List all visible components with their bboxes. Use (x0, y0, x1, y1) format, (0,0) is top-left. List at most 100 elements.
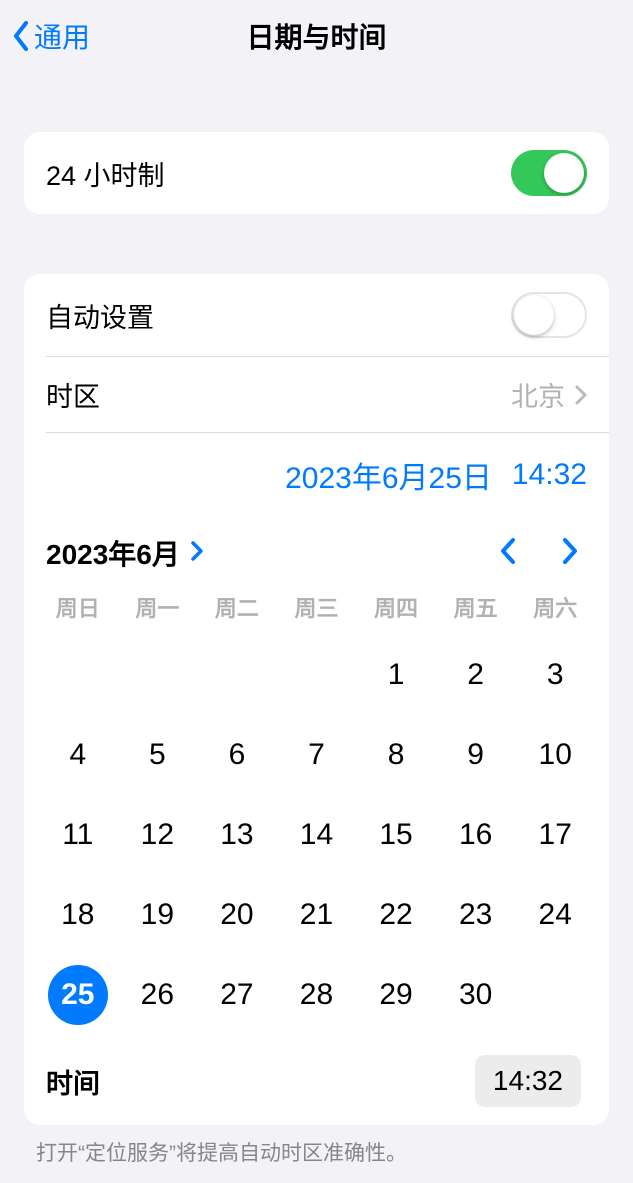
row-time: 时间 14:32 (38, 1041, 595, 1125)
calendar-day[interactable]: 2 (436, 647, 516, 703)
calendar-day-number: 10 (539, 738, 572, 772)
calendar-day-number: 5 (149, 738, 166, 772)
calendar-day-number: 13 (220, 818, 253, 852)
calendar-day[interactable]: 30 (436, 967, 516, 1023)
calendar-day[interactable]: 23 (436, 887, 516, 943)
calendar-day[interactable]: 5 (118, 727, 198, 783)
calendar-day-number: 17 (539, 818, 572, 852)
calendar: 2023年6月 周日周一周二周三周四周五周六 12345678910111213… (24, 513, 609, 1125)
selected-time-display[interactable]: 14:32 (512, 458, 587, 492)
calendar-day[interactable]: 26 (118, 967, 198, 1023)
timezone-label: 时区 (46, 375, 511, 414)
auto-set-label: 自动设置 (46, 296, 511, 335)
calendar-day[interactable]: 15 (356, 807, 436, 863)
calendar-day[interactable]: 20 (197, 887, 277, 943)
calendar-day-number: 15 (379, 818, 412, 852)
hour24-toggle[interactable] (511, 150, 587, 196)
back-label: 通用 (34, 16, 90, 56)
chevron-right-icon (190, 537, 204, 569)
footer-note: 打开“定位服务”将提高自动时区准确性。 (36, 1137, 597, 1167)
calendar-day[interactable]: 4 (38, 727, 118, 783)
calendar-day-number: 16 (459, 818, 492, 852)
chevron-right-icon (561, 537, 579, 565)
selected-date-display[interactable]: 2023年6月25日 (285, 453, 492, 497)
group-datetime: 自动设置 时区 北京 2023年6月25日 14:32 2023年6月 (24, 274, 609, 1125)
chevron-left-icon (499, 537, 517, 565)
calendar-weekday-header: 周日周一周二周三周四周五周六 (38, 587, 595, 629)
calendar-day[interactable]: 29 (356, 967, 436, 1023)
row-timezone[interactable]: 时区 北京 (24, 357, 609, 432)
calendar-day-number: 29 (379, 978, 412, 1012)
calendar-day[interactable]: 24 (515, 887, 595, 943)
row-date-time-picker: 2023年6月25日 14:32 (24, 433, 609, 513)
calendar-day-number: 24 (539, 898, 572, 932)
calendar-day[interactable]: 1 (356, 647, 436, 703)
calendar-day-number: 27 (220, 978, 253, 1012)
calendar-day[interactable]: 19 (118, 887, 198, 943)
calendar-day-number: 28 (300, 978, 333, 1012)
calendar-day[interactable]: 17 (515, 807, 595, 863)
calendar-day-number: 7 (308, 738, 325, 772)
calendar-day[interactable]: 11 (38, 807, 118, 863)
calendar-month-button[interactable]: 2023年6月 (46, 533, 204, 573)
row-24-hour: 24 小时制 (24, 132, 609, 214)
calendar-day-number: 25 (48, 965, 108, 1025)
calendar-day-number: 3 (547, 658, 564, 692)
calendar-day-number: 6 (229, 738, 246, 772)
calendar-day[interactable]: 22 (356, 887, 436, 943)
calendar-day-number: 9 (467, 738, 484, 772)
chevron-right-icon (575, 385, 587, 405)
calendar-day[interactable]: 27 (197, 967, 277, 1023)
calendar-day-number: 12 (141, 818, 174, 852)
calendar-grid: 1234567891011121314151617181920212223242… (38, 629, 595, 1041)
weekday-label: 周四 (356, 591, 436, 623)
timezone-value: 北京 (511, 375, 565, 414)
calendar-day-number: 26 (141, 978, 174, 1012)
calendar-day[interactable]: 21 (277, 887, 357, 943)
weekday-label: 周六 (515, 591, 595, 623)
calendar-day-number: 22 (379, 898, 412, 932)
calendar-day-number: 1 (388, 658, 405, 692)
calendar-day[interactable]: 28 (277, 967, 357, 1023)
calendar-day[interactable]: 9 (436, 727, 516, 783)
calendar-day[interactable]: 7 (277, 727, 357, 783)
calendar-day[interactable]: 10 (515, 727, 595, 783)
auto-set-toggle[interactable] (511, 292, 587, 338)
time-picker-button[interactable]: 14:32 (475, 1055, 581, 1107)
page-title: 日期与时间 (0, 16, 633, 56)
calendar-day[interactable]: 6 (197, 727, 277, 783)
calendar-day[interactable]: 12 (118, 807, 198, 863)
weekday-label: 周一 (118, 591, 198, 623)
calendar-day-number: 4 (69, 738, 86, 772)
weekday-label: 周五 (436, 591, 516, 623)
row-auto-set: 自动设置 (24, 274, 609, 356)
calendar-day[interactable]: 16 (436, 807, 516, 863)
calendar-day[interactable]: 14 (277, 807, 357, 863)
calendar-day-number: 20 (220, 898, 253, 932)
calendar-day-number: 19 (141, 898, 174, 932)
calendar-month-label: 2023年6月 (46, 533, 180, 573)
group-clock-format: 24 小时制 (24, 132, 609, 214)
calendar-day[interactable]: 3 (515, 647, 595, 703)
calendar-prev-month-button[interactable] (499, 537, 517, 570)
calendar-day[interactable]: 8 (356, 727, 436, 783)
calendar-day[interactable]: 13 (197, 807, 277, 863)
calendar-day-number: 2 (467, 658, 484, 692)
calendar-day-number: 11 (62, 818, 93, 852)
calendar-day-number: 23 (459, 898, 492, 932)
chevron-left-icon (12, 21, 30, 51)
back-button[interactable]: 通用 (12, 16, 90, 56)
weekday-label: 周三 (277, 591, 357, 623)
calendar-day[interactable]: 18 (38, 887, 118, 943)
hour24-label: 24 小时制 (46, 154, 511, 193)
weekday-label: 周二 (197, 591, 277, 623)
calendar-day-number: 14 (300, 818, 333, 852)
toggle-knob (544, 153, 584, 193)
calendar-next-month-button[interactable] (561, 537, 579, 570)
calendar-day[interactable]: 25 (38, 967, 118, 1023)
weekday-label: 周日 (38, 591, 118, 623)
calendar-day-number: 18 (61, 898, 94, 932)
toggle-knob (514, 295, 554, 335)
calendar-day-number: 21 (300, 898, 333, 932)
calendar-day-number: 8 (388, 738, 405, 772)
